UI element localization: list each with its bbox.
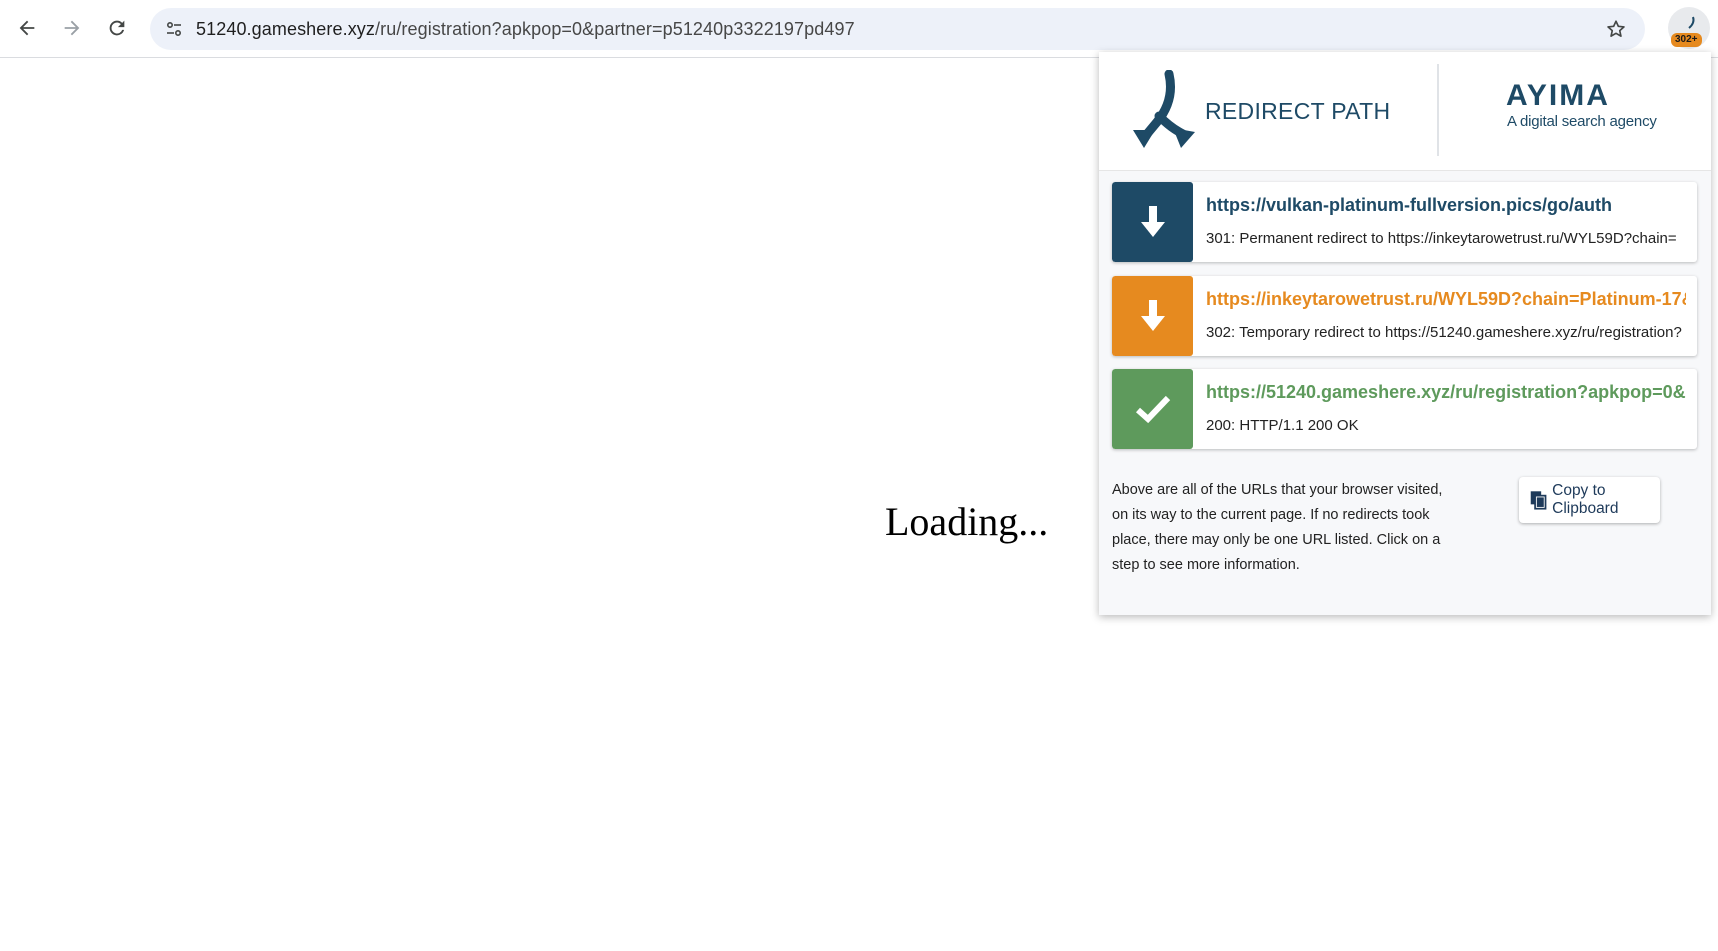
reload-icon — [109, 20, 125, 36]
loading-text: Loading... — [885, 499, 1049, 544]
redirect-path-logo-icon — [1133, 70, 1195, 148]
star-icon — [1607, 20, 1625, 37]
step-2-url: https://inkeytarowetrust.ru/WYL59D?chain… — [1206, 289, 1686, 309]
step-2-badge — [1112, 276, 1193, 356]
forward-arrow-icon — [64, 20, 80, 36]
extension-badge: 302+ — [1671, 33, 1702, 47]
url-text[interactable]: 51240.gameshere.xyz/ru/registration?apkp… — [196, 19, 855, 40]
header-divider — [1437, 64, 1439, 156]
clipboard-icon — [1530, 491, 1547, 510]
ayima-logo[interactable]: AYIMA — [1506, 80, 1610, 112]
step-1-status: 301: Permanent redirect to https://inkey… — [1206, 230, 1677, 247]
url-host: 51240.gameshere.xyz — [196, 19, 376, 39]
back-arrow-icon — [19, 20, 35, 36]
redirect-path-popup: REDIRECT PATH AYIMA A digital search age… — [1099, 52, 1711, 615]
copy-to-clipboard-button[interactable]: Copy to Clipboard — [1519, 477, 1660, 523]
arrow-down-icon — [1140, 206, 1165, 237]
bookmark-star-button[interactable] — [1603, 16, 1629, 42]
brand-title: REDIRECT PATH — [1205, 98, 1391, 124]
browser-toolbar: 51240.gameshere.xyz/ru/registration?apkp… — [0, 0, 1718, 58]
step-1-url: https://vulkan-platinum-fullversion.pics… — [1206, 195, 1613, 215]
redirect-step-1[interactable]: https://vulkan-platinum-fullversion.pics… — [1112, 182, 1697, 262]
redirect-path-icon — [1688, 16, 1695, 29]
redirect-step-3[interactable]: https://51240.gameshere.xyz/ru/registrat… — [1112, 369, 1697, 449]
copy-button-label: Copy to Clipboard — [1552, 482, 1619, 517]
forward-button[interactable] — [53, 9, 91, 47]
step-3-status: 200: HTTP/1.1 200 OK — [1206, 417, 1359, 434]
step-3-badge — [1112, 369, 1193, 449]
redirect-path-extension-button[interactable]: 302+ — [1668, 7, 1710, 49]
site-info-button[interactable] — [158, 13, 190, 45]
step-1-badge — [1112, 182, 1193, 262]
back-button[interactable] — [8, 9, 46, 47]
step-3-url: https://51240.gameshere.xyz/ru/registrat… — [1206, 382, 1686, 402]
arrow-down-icon — [1140, 300, 1165, 331]
step-2-status: 302: Temporary redirect to https://51240… — [1206, 324, 1682, 341]
tune-icon — [166, 21, 182, 37]
url-path: /ru/registration?apkpop=0&partner=p51240… — [375, 19, 855, 39]
ayima-tagline: A digital search agency — [1507, 113, 1657, 130]
address-bar[interactable]: 51240.gameshere.xyz/ru/registration?apkp… — [150, 8, 1645, 50]
redirect-step-2[interactable]: https://inkeytarowetrust.ru/WYL59D?chain… — [1112, 276, 1697, 356]
info-text: Above are all of the URLs that your brow… — [1112, 482, 1443, 573]
popup-header: REDIRECT PATH AYIMA A digital search age… — [1099, 52, 1711, 171]
check-icon — [1135, 395, 1170, 424]
reload-button[interactable] — [98, 9, 136, 47]
